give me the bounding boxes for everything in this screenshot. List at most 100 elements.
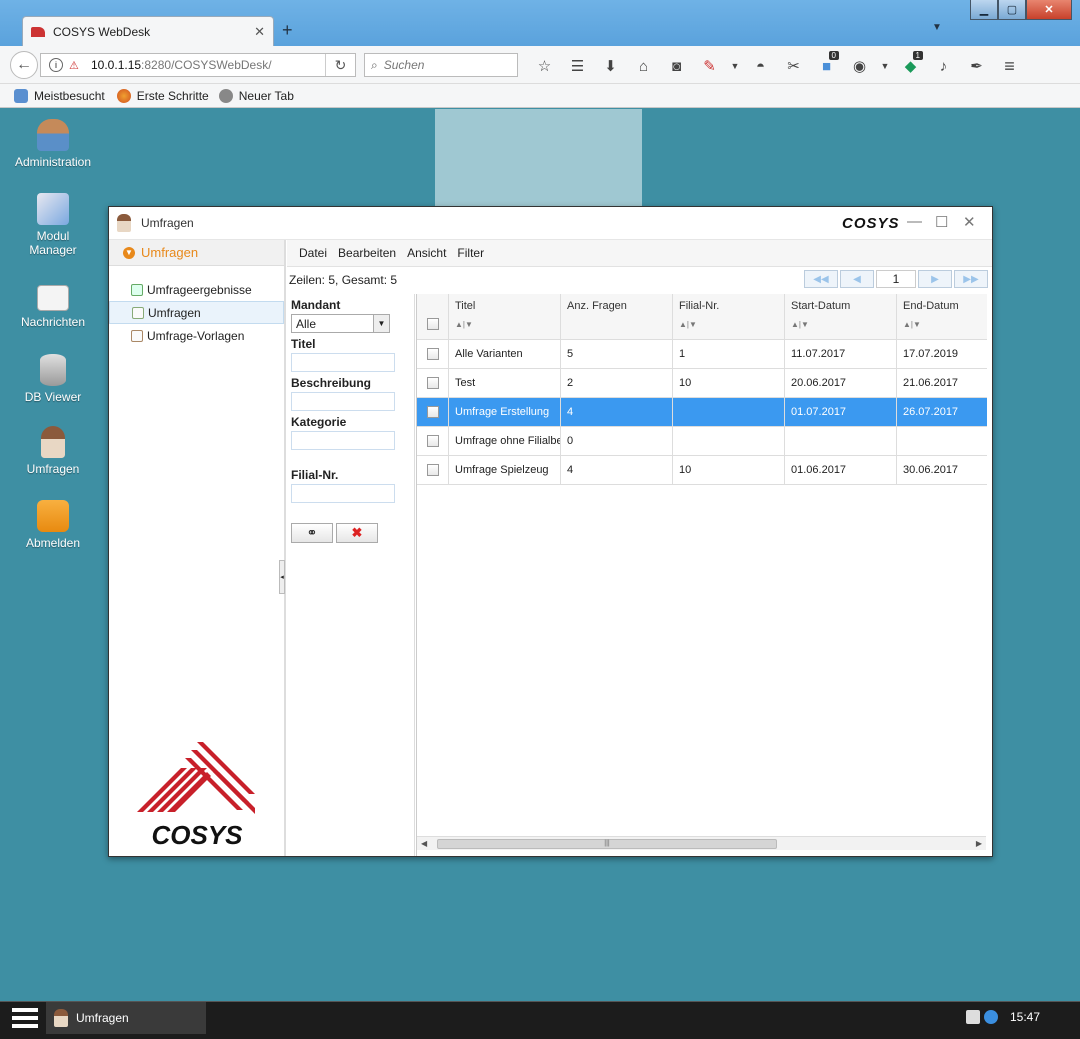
tab-close-icon[interactable]: ✕ — [254, 24, 265, 40]
search-filter-button[interactable]: ⚭ — [291, 523, 333, 543]
table-row[interactable]: Umfrage ohne Filialbe: 0 — [417, 427, 987, 456]
first-page-button[interactable]: ◀◀ — [804, 270, 838, 288]
mandant-select[interactable]: Alle ▼ — [291, 314, 390, 333]
bookmark-erste-schritte[interactable]: Erste Schritte — [116, 88, 209, 103]
table-row[interactable]: Umfrage Spielzeug 4 10 01.06.2017 30.06.… — [417, 456, 987, 485]
row-checkbox[interactable] — [426, 464, 439, 476]
clear-filter-button[interactable]: ✖ — [336, 523, 378, 543]
close-window-button[interactable]: ✕ — [1026, 0, 1072, 20]
desktop-icon-umfragen[interactable]: Umfragen — [6, 426, 100, 476]
desktop-icon-nachrichten[interactable]: Nachrichten — [6, 281, 100, 329]
browser-tab[interactable]: COSYS WebDesk ✕ — [22, 16, 274, 46]
kategorie-input[interactable] — [291, 431, 395, 450]
desktop-icon-administration[interactable]: Administration — [6, 119, 100, 169]
cell-anz: 4 — [561, 456, 673, 484]
eyedropper-icon[interactable]: ✒ — [960, 55, 993, 77]
info-icon[interactable] — [983, 1010, 998, 1024]
next-page-button[interactable]: ▶ — [918, 270, 952, 288]
taskbar-item-umfragen[interactable]: Umfragen — [46, 1002, 206, 1034]
column-header-titel[interactable]: Titel ▲|▼ — [449, 294, 561, 339]
column-header-start-datum[interactable]: Start-Datum ▲|▼ — [785, 294, 897, 339]
desktop-icon-abmelden[interactable]: Abmelden — [6, 500, 100, 550]
start-menu-icon[interactable] — [12, 1008, 38, 1032]
last-page-button[interactable]: ▶▶ — [954, 270, 988, 288]
table-row[interactable]: Test 2 10 20.06.2017 21.06.2017 — [417, 369, 987, 398]
table-row-selected[interactable]: Umfrage Erstellung 4 01.07.2017 26.07.20… — [417, 398, 987, 427]
desktop-icon-modul-manager[interactable]: Modul Manager — [6, 193, 100, 257]
screenshot-icon[interactable]: ✂ — [777, 55, 810, 77]
menu-filter[interactable]: Filter — [457, 246, 484, 260]
sort-arrows-icon[interactable]: ▲|▼ — [455, 320, 473, 329]
row-checkbox[interactable] — [426, 377, 439, 389]
sort-arrows-icon[interactable]: ▲|▼ — [903, 320, 921, 329]
tabs-dropdown-icon[interactable]: ▼ — [932, 22, 942, 33]
row-checkbox[interactable] — [426, 406, 439, 418]
row-checkbox[interactable] — [426, 435, 439, 447]
bookmark-label: Erste Schritte — [136, 88, 209, 103]
prev-page-button[interactable]: ◀ — [840, 270, 874, 288]
eraser-icon[interactable] — [965, 1010, 980, 1024]
column-header-filial-nr[interactable]: Filial-Nr. ▲|▼ — [673, 294, 785, 339]
sort-arrows-icon[interactable]: ▲|▼ — [791, 320, 809, 329]
desktop-icon-label: DB Viewer — [24, 390, 82, 404]
broom-dropdown-icon[interactable]: ▼ — [726, 55, 744, 77]
desktop-icon-label: Administration — [14, 155, 92, 169]
desktop-icon-db-viewer[interactable]: DB Viewer — [6, 354, 100, 404]
home-icon[interactable]: ⌂ — [627, 55, 660, 77]
spy-icon[interactable]: ◓ — [744, 55, 777, 77]
titel-input[interactable] — [291, 353, 395, 372]
scrollbar-thumb[interactable]: ||| — [437, 839, 777, 849]
column-header-anz-fragen[interactable]: Anz. Fragen — [561, 294, 673, 339]
broom-icon[interactable]: ✎ — [693, 55, 726, 77]
bookmark-neuer-tab[interactable]: Neuer Tab — [218, 88, 294, 103]
sidebar-item-umfrageergebnisse[interactable]: Umfrageergebnisse — [109, 278, 284, 301]
eye-icon[interactable]: ◉ — [843, 55, 876, 77]
insecure-lock-icon[interactable]: ⚠ — [69, 59, 81, 72]
minimize-button[interactable]: ▁ — [970, 0, 998, 20]
page-number-input[interactable]: 1 — [876, 270, 916, 288]
search-input[interactable]: ⌕ Suchen — [364, 53, 518, 77]
reload-icon[interactable]: ↻ — [325, 54, 355, 76]
maximize-button[interactable]: ▢ — [998, 0, 1026, 20]
bell-icon[interactable]: ♪ — [927, 55, 960, 77]
column-header-end-datum[interactable]: End-Datum ▲|▼ — [897, 294, 986, 339]
scroll-right-icon[interactable]: ▶ — [976, 837, 982, 851]
hamburger-menu-icon[interactable]: ≡ — [993, 55, 1026, 77]
sidebar-item-umfrage-vorlagen[interactable]: Umfrage-Vorlagen — [109, 324, 284, 347]
window-minimize-button[interactable]: — — [907, 213, 922, 230]
new-tab-button[interactable]: + — [282, 20, 293, 41]
chevron-down-icon[interactable]: ▼ — [373, 315, 389, 332]
row-checkbox[interactable] — [426, 348, 439, 360]
pocket-icon[interactable]: ◙ — [660, 55, 693, 77]
column-label: Anz. Fragen — [567, 300, 627, 312]
table-row[interactable]: Alle Varianten 5 1 11.07.2017 17.07.2019 — [417, 340, 987, 369]
bookmark-label: Neuer Tab — [238, 88, 294, 103]
menu-ansicht[interactable]: Ansicht — [407, 246, 446, 260]
reader-list-icon[interactable]: ☰ — [561, 55, 594, 77]
scroll-left-icon[interactable]: ◀ — [421, 837, 427, 851]
menu-bearbeiten[interactable]: Bearbeiten — [338, 246, 396, 260]
bookmarks-bar: Meistbesucht Erste Schritte Neuer Tab — [0, 84, 1080, 108]
green-extension-icon[interactable]: ◆ 1 — [894, 51, 927, 77]
cell-filial — [673, 427, 785, 455]
notification-extension-icon[interactable]: ■ 0 — [810, 51, 843, 77]
sidebar-item-umfragen[interactable]: Umfragen — [109, 301, 284, 324]
url-bar[interactable]: i ⚠ 10.0.1.15 :8280/COSYSWebDesk/ ↻ — [40, 53, 356, 77]
sidebar-header-label: Umfragen — [141, 245, 199, 260]
window-close-button[interactable]: ✕ — [963, 213, 976, 231]
eye-dropdown-icon[interactable]: ▼ — [876, 55, 894, 77]
beschreibung-input[interactable] — [291, 392, 395, 411]
collapse-sidebar-handle[interactable]: ◂ — [279, 560, 285, 594]
filial-input[interactable] — [291, 484, 395, 503]
bookmark-star-icon[interactable]: ☆ — [528, 55, 561, 77]
download-icon[interactable]: ⬇ — [594, 55, 627, 77]
horizontal-scrollbar[interactable]: ◀ ||| ▶ — [417, 836, 986, 850]
sort-arrows-icon[interactable]: ▲|▼ — [679, 320, 697, 329]
menu-datei[interactable]: Datei — [299, 246, 327, 260]
select-all-checkbox[interactable] — [426, 317, 439, 330]
window-maximize-button[interactable]: ☐ — [935, 213, 948, 231]
info-icon[interactable]: i — [49, 58, 63, 72]
sidebar-header[interactable]: ▼ Umfragen — [109, 240, 284, 266]
back-button[interactable]: ← — [10, 51, 38, 79]
bookmark-meistbesucht[interactable]: Meistbesucht — [14, 88, 105, 103]
